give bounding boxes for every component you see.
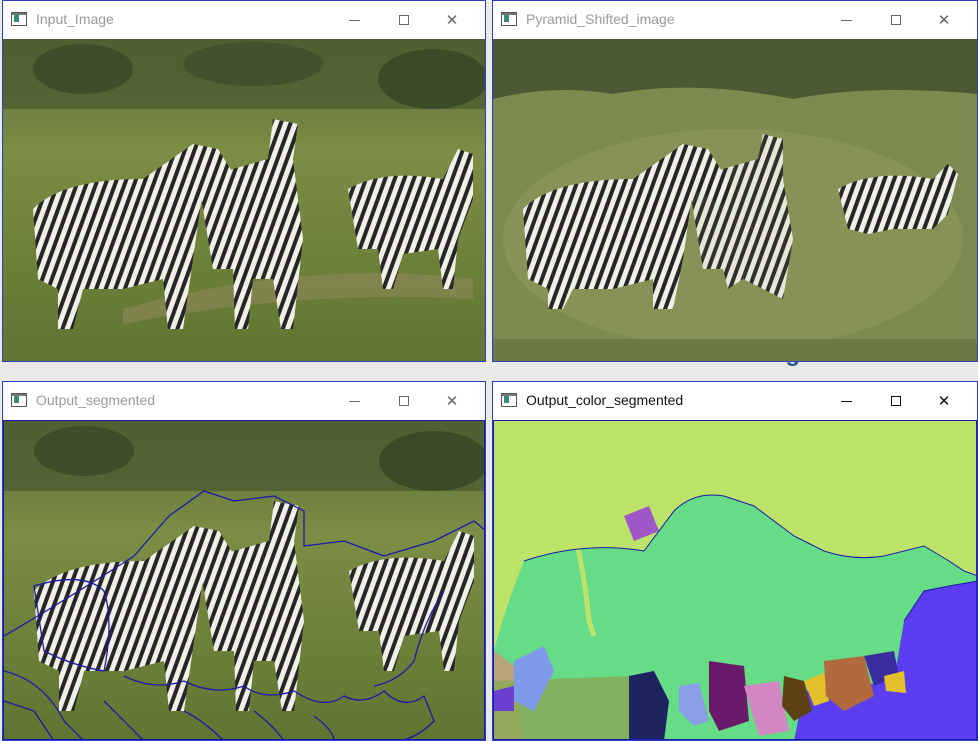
maximize-button[interactable] bbox=[873, 382, 919, 420]
close-button[interactable]: ✕ bbox=[429, 382, 475, 420]
minimize-button[interactable] bbox=[823, 1, 869, 39]
title-bar[interactable]: Output_segmented ✕ bbox=[3, 382, 485, 420]
title-bar[interactable]: Pyramid_Shifted_image ✕ bbox=[493, 1, 977, 39]
pyramid-shifted-window[interactable]: Pyramid_Shifted_image ✕ bbox=[492, 0, 978, 362]
close-icon: ✕ bbox=[937, 12, 951, 29]
close-button[interactable]: ✕ bbox=[921, 382, 967, 420]
app-window-icon bbox=[501, 393, 517, 407]
minimize-icon bbox=[840, 400, 852, 402]
maximize-button[interactable] bbox=[381, 382, 427, 420]
output-segmented-window[interactable]: Output_segmented ✕ bbox=[2, 381, 486, 741]
app-window-icon bbox=[11, 393, 27, 407]
minimize-icon bbox=[348, 400, 360, 402]
zebra-image bbox=[3, 39, 485, 361]
close-button[interactable]: ✕ bbox=[921, 1, 967, 39]
segmented-overlay-image bbox=[3, 420, 485, 740]
minimize-button[interactable] bbox=[331, 1, 377, 39]
maximize-icon bbox=[399, 396, 409, 406]
minimize-button[interactable] bbox=[823, 382, 869, 420]
minimize-icon bbox=[840, 19, 852, 21]
window-title: Output_segmented bbox=[36, 392, 156, 408]
title-bar[interactable]: Input_Image ✕ bbox=[3, 1, 485, 39]
app-window-icon bbox=[11, 12, 27, 26]
pyramid-shifted-image bbox=[493, 39, 977, 361]
maximize-icon bbox=[891, 396, 901, 406]
input-image-window[interactable]: Input_Image ✕ bbox=[2, 0, 486, 362]
color-segmented-image bbox=[493, 420, 977, 740]
close-icon: ✕ bbox=[445, 12, 459, 29]
close-icon: ✕ bbox=[445, 393, 459, 410]
close-button[interactable]: ✕ bbox=[429, 1, 475, 39]
maximize-button[interactable] bbox=[381, 1, 427, 39]
close-icon: ✕ bbox=[937, 393, 951, 410]
window-title: Output_color_segmented bbox=[526, 392, 684, 408]
output-color-segmented-window[interactable]: Output_color_segmented ✕ bbox=[492, 381, 978, 741]
app-window-icon bbox=[501, 12, 517, 26]
minimize-icon bbox=[348, 19, 360, 21]
maximize-icon bbox=[399, 15, 409, 25]
window-title: Pyramid_Shifted_image bbox=[526, 11, 675, 27]
minimize-button[interactable] bbox=[331, 382, 377, 420]
maximize-button[interactable] bbox=[873, 1, 919, 39]
title-bar[interactable]: Output_color_segmented ✕ bbox=[493, 382, 977, 420]
window-title: Input_Image bbox=[36, 11, 114, 27]
maximize-icon bbox=[891, 15, 901, 25]
